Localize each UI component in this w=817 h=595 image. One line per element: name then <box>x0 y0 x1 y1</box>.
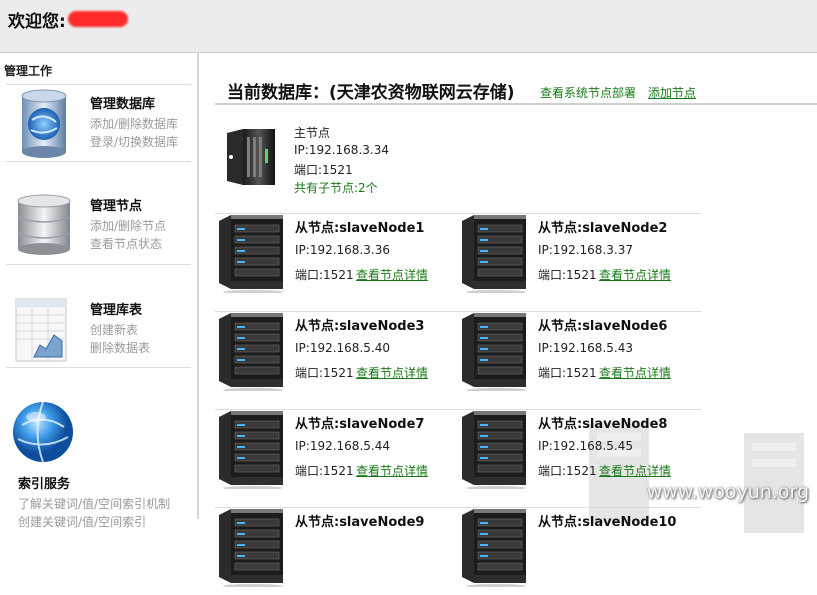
view-node-details-link[interactable]: 查看节点详情 <box>599 266 671 283</box>
node-name: 从节点:slaveNode10 <box>538 515 677 530</box>
add-remove-node-link[interactable]: 添加/删除节点 <box>90 217 166 235</box>
node-ip: IP:192.168.5.45 <box>538 439 633 453</box>
slave-node-card: 从节点:slaveNode6 IP:192.168.5.43 端口:1521 查… <box>460 311 700 399</box>
node-name: 从节点:slaveNode8 <box>538 417 668 432</box>
node-ip: IP:192.168.5.40 <box>295 341 390 355</box>
node-ip: IP:192.168.5.44 <box>295 439 390 453</box>
sidebar-item-label: 管理库表 <box>90 303 143 318</box>
index-mechanism-link[interactable]: 了解关键词/值/空间索引机制 <box>18 495 170 513</box>
master-node-label: 主节点 <box>294 126 331 140</box>
server-icon <box>217 311 287 395</box>
view-node-details-link[interactable]: 查看节点详情 <box>356 266 428 283</box>
node-name: 从节点:slaveNode2 <box>538 221 668 236</box>
title-divider <box>215 103 817 105</box>
node-ip: IP:192.168.3.36 <box>295 243 390 257</box>
sidebar-item-label: 管理节点 <box>90 199 143 214</box>
view-node-details-link[interactable]: 查看节点详情 <box>599 462 671 479</box>
delete-table-link[interactable]: 删除数据表 <box>90 339 150 357</box>
view-deployment-link[interactable]: 查看系统节点部署 <box>540 84 636 101</box>
server-icon <box>460 409 530 493</box>
server-icon <box>460 311 530 395</box>
welcome-text: 欢迎您: <box>8 12 66 32</box>
view-node-details-link[interactable]: 查看节点详情 <box>599 364 671 381</box>
add-node-link[interactable]: 添加节点 <box>648 84 696 101</box>
slave-node-card: 从节点:slaveNode10 <box>460 507 700 595</box>
sidebar-item-label: 管理数据库 <box>90 97 156 112</box>
sidebar-item-manage-database[interactable]: 管理数据库 添加/删除数据库 登录/切换数据库 <box>6 85 191 161</box>
add-remove-database-link[interactable]: 添加/删除数据库 <box>90 115 178 133</box>
database-stack-icon <box>14 193 74 261</box>
view-node-details-link[interactable]: 查看节点详情 <box>356 364 428 381</box>
slave-node-card: 从节点:slaveNode3 IP:192.168.5.40 端口:1521 查… <box>217 311 457 399</box>
slave-node-card: 从节点:slaveNode1 IP:192.168.3.36 端口:1521 查… <box>217 213 457 301</box>
sidebar: 管理工作 管理数据库 添加/删除数据库 登录/切换数据库 管理节点 添加/删除节… <box>0 53 199 529</box>
main-content: 当前数据库：(天津农资物联网云存储) 查看系统节点部署 添加节点 主节点 IP:… <box>199 53 817 588</box>
node-port: 端口:1521 <box>295 464 354 478</box>
sidebar-item-index-service[interactable]: 索引服务 了解关键词/值/空间索引机制 创建关键词/值/空间索引 <box>6 393 191 529</box>
globe-icon <box>10 399 76 469</box>
node-ip: IP:192.168.3.37 <box>538 243 633 257</box>
server-icon <box>460 507 530 591</box>
create-table-link[interactable]: 创建新表 <box>90 321 138 339</box>
child-node-count: 共有子节点:2个 <box>294 181 378 195</box>
top-bar: 欢迎您: <box>0 0 817 53</box>
node-ip: IP:192.168.5.43 <box>538 341 633 355</box>
divider <box>6 264 191 265</box>
master-node-ip: IP:192.168.3.34 <box>294 143 389 157</box>
node-port: 端口:1521 <box>538 366 597 380</box>
node-port: 端口:1521 <box>295 268 354 282</box>
node-name: 从节点:slaveNode7 <box>295 417 425 432</box>
master-node-port: 端口:1521 <box>294 163 353 177</box>
sidebar-item-manage-tables[interactable]: 管理库表 创建新表 删除数据表 <box>6 289 191 367</box>
slave-node-card: 从节点:slaveNode2 IP:192.168.3.37 端口:1521 查… <box>460 213 700 301</box>
page-title: 当前数据库：(天津农资物联网云存储) <box>227 83 515 103</box>
server-icon <box>217 213 287 297</box>
node-name: 从节点:slaveNode6 <box>538 319 668 334</box>
node-name: 从节点:slaveNode1 <box>295 221 425 236</box>
sidebar-item-manage-nodes[interactable]: 管理节点 添加/删除节点 查看节点状态 <box>6 183 191 263</box>
database-globe-icon <box>14 88 74 164</box>
view-node-status-link[interactable]: 查看节点状态 <box>90 235 162 253</box>
master-server-icon <box>223 127 279 193</box>
divider <box>6 161 191 162</box>
redacted-username <box>68 11 128 27</box>
node-port: 端口:1521 <box>538 268 597 282</box>
login-switch-database-link[interactable]: 登录/切换数据库 <box>90 133 178 151</box>
node-port: 端口:1521 <box>295 366 354 380</box>
sidebar-item-label: 索引服务 <box>18 477 71 492</box>
spreadsheet-chart-icon <box>14 295 70 367</box>
node-name: 从节点:slaveNode9 <box>295 515 425 530</box>
server-icon <box>217 507 287 591</box>
sidebar-title: 管理工作 <box>4 64 53 78</box>
slave-node-card: 从节点:slaveNode7 IP:192.168.5.44 端口:1521 查… <box>217 409 457 497</box>
server-icon <box>460 213 530 297</box>
view-node-details-link[interactable]: 查看节点详情 <box>356 462 428 479</box>
slave-node-card: 从节点:slaveNode9 <box>217 507 457 595</box>
watermark-text: www.wooyun.org <box>646 481 809 503</box>
node-name: 从节点:slaveNode3 <box>295 319 425 334</box>
node-port: 端口:1521 <box>538 464 597 478</box>
create-index-link[interactable]: 创建关键词/值/空间索引 <box>18 513 146 531</box>
divider <box>6 367 191 368</box>
server-icon <box>217 409 287 493</box>
